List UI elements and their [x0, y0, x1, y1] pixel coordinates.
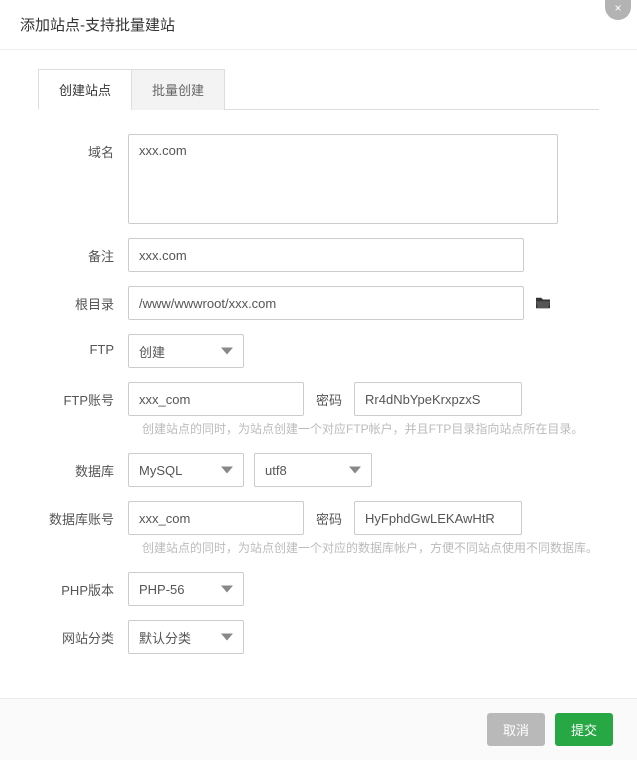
- chevron-down-icon: [221, 586, 233, 593]
- php-version-value: PHP-56: [139, 582, 185, 597]
- db-charset-value: utf8: [265, 463, 287, 478]
- chevron-down-icon: [221, 348, 233, 355]
- tab-batch-create[interactable]: 批量创建: [131, 69, 225, 110]
- ftp-select-value: 创建: [139, 342, 165, 361]
- label-php-version: PHP版本: [38, 572, 128, 599]
- ftp-user-input[interactable]: [128, 382, 304, 416]
- label-remark: 备注: [38, 238, 128, 265]
- label-site-category: 网站分类: [38, 620, 128, 647]
- cancel-button[interactable]: 取消: [487, 713, 545, 746]
- label-root: 根目录: [38, 286, 128, 313]
- chevron-down-icon: [349, 467, 361, 474]
- remark-input[interactable]: [128, 238, 524, 272]
- label-ftp-account: FTP账号: [38, 382, 128, 409]
- hint-db: 创建站点的同时，为站点创建一个对应的数据库帐户，方便不同站点使用不同数据库。: [128, 539, 599, 556]
- dialog-title: 添加站点-支持批量建站: [0, 0, 637, 49]
- ftp-password-input[interactable]: [354, 382, 522, 416]
- root-dir-input[interactable]: [128, 286, 524, 320]
- label-domain: 域名: [38, 134, 128, 161]
- folder-icon[interactable]: [534, 296, 552, 310]
- hint-ftp: 创建站点的同时，为站点创建一个对应FTP帐户，并且FTP目录指向站点所在目录。: [128, 420, 599, 437]
- dialog-footer: 取消 提交: [0, 698, 637, 760]
- php-version-select[interactable]: PHP-56: [128, 572, 244, 606]
- submit-button[interactable]: 提交: [555, 713, 613, 746]
- domain-textarea[interactable]: xxx.com: [128, 134, 558, 224]
- label-ftp: FTP: [38, 334, 128, 357]
- site-category-select[interactable]: 默认分类: [128, 620, 244, 654]
- db-password-input[interactable]: [354, 501, 522, 535]
- label-database: 数据库: [38, 453, 128, 480]
- label-db-password: 密码: [314, 509, 344, 528]
- db-type-select[interactable]: MySQL: [128, 453, 244, 487]
- tab-create-site[interactable]: 创建站点: [38, 69, 132, 110]
- label-ftp-password: 密码: [314, 390, 344, 409]
- label-db-account: 数据库账号: [38, 501, 128, 528]
- site-category-value: 默认分类: [139, 628, 191, 647]
- db-user-input[interactable]: [128, 501, 304, 535]
- chevron-down-icon: [221, 634, 233, 641]
- tab-bar: 创建站点 批量创建: [38, 68, 599, 110]
- db-type-value: MySQL: [139, 463, 182, 478]
- db-charset-select[interactable]: utf8: [254, 453, 372, 487]
- ftp-select[interactable]: 创建: [128, 334, 244, 368]
- chevron-down-icon: [221, 467, 233, 474]
